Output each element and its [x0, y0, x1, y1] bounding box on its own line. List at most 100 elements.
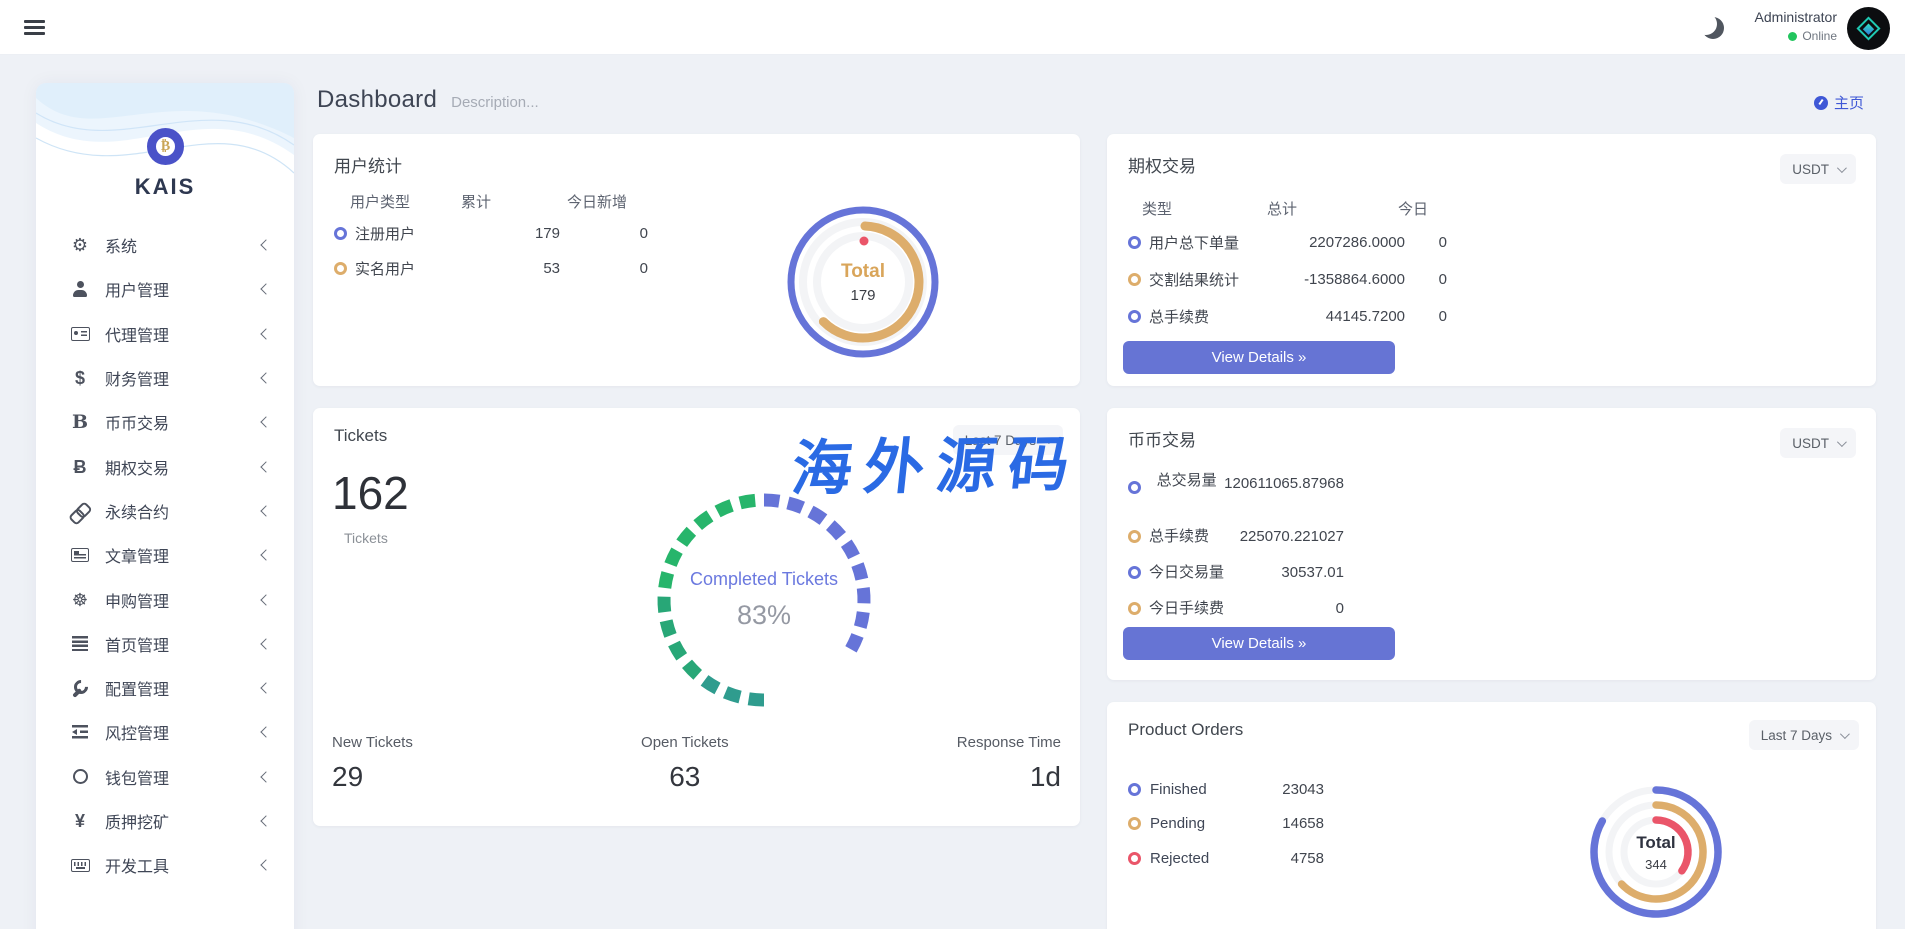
chevron-left-icon [260, 284, 271, 295]
chevron-left-icon [260, 771, 271, 782]
list-item: 总手续费 225070.221027 [1128, 518, 1344, 554]
sidebar-item-users[interactable]: 用户管理 [36, 267, 294, 311]
series-dot-icon [1128, 481, 1141, 494]
series-dot-icon [1128, 852, 1141, 865]
currency-select[interactable]: USDT [1780, 428, 1856, 458]
product-orders-donut-chart: Total 344 [1571, 767, 1741, 929]
breadcrumb-home-link[interactable]: 主页 [1814, 92, 1864, 113]
chevron-left-icon [260, 815, 271, 826]
view-details-button[interactable]: View Details » [1123, 627, 1395, 660]
chevron-left-icon [260, 461, 271, 472]
series-dot-icon [1128, 566, 1141, 579]
chevron-left-icon [260, 505, 271, 516]
sidebar-item-config[interactable]: 配置管理 [36, 666, 294, 710]
avatar[interactable] [1847, 7, 1890, 50]
tickets-count-label: Tickets [344, 530, 388, 546]
series-dot-icon [334, 227, 347, 240]
sidebar: ₿ KAIS ⚙系统 用户管理 代理管理 $财务管理 B币币交易 Ƀ期权交易 永… [36, 83, 294, 929]
spot-stats-list: 总交易量 120611065.87968 总手续费 225070.221027 … [1128, 468, 1344, 626]
stat-open-tickets: Open Tickets 63 [641, 734, 729, 793]
admin-name: Administrator [1755, 9, 1837, 25]
b-coin-icon: B [67, 413, 93, 432]
sidebar-item-staking[interactable]: ¥质押挖矿 [36, 799, 294, 843]
series-dot-icon [1128, 602, 1141, 615]
life-ring-icon: ☸ [67, 591, 93, 609]
user-icon [67, 281, 93, 297]
sidebar-item-wallet[interactable]: 钱包管理 [36, 755, 294, 799]
series-dot-icon [1128, 310, 1141, 323]
table-header: 用户类型 累计 今日新增 [334, 186, 648, 216]
online-label: Online [1802, 29, 1837, 43]
chevron-left-icon [260, 638, 271, 649]
page-title: Dashboard [317, 86, 437, 114]
list-item: 今日交易量 30537.01 [1128, 554, 1344, 590]
sidebar-item-spot-trading[interactable]: B币币交易 [36, 400, 294, 444]
page-subtitle: Description... [451, 94, 539, 111]
user-info[interactable]: Administrator Online [1755, 9, 1837, 43]
sidebar-item-finance[interactable]: $财务管理 [36, 356, 294, 400]
dark-mode-moon-icon[interactable] [1702, 17, 1724, 39]
chevron-down-icon [1837, 437, 1847, 447]
keyboard-icon [67, 859, 93, 872]
brand-name: KAIS [36, 174, 294, 200]
tachometer-icon [1814, 96, 1828, 110]
home-link-label: 主页 [1834, 92, 1864, 113]
sidebar-item-devtools[interactable]: 开发工具 [36, 843, 294, 887]
sidebar-item-system[interactable]: ⚙系统 [36, 223, 294, 267]
sidebar-item-options-trading[interactable]: Ƀ期权交易 [36, 444, 294, 488]
period-select[interactable]: Last 7 Days [953, 425, 1063, 455]
stat-new-tickets: New Tickets 29 [332, 734, 413, 793]
product-orders-list: Finished 23043 Pending 14658 Rejected 47… [1128, 772, 1324, 876]
sidebar-item-agents[interactable]: 代理管理 [36, 312, 294, 356]
table-row: 用户总下单量 2207286.0000 0 [1128, 224, 1447, 261]
period-select[interactable]: Last 7 Days [1749, 720, 1859, 750]
card-title: 期权交易 [1128, 152, 1196, 177]
chevron-left-icon [260, 550, 271, 561]
bars-icon [67, 636, 93, 651]
series-dot-icon [1128, 817, 1141, 830]
sidebar-item-perpetual[interactable]: 永续合约 [36, 489, 294, 533]
chevron-left-icon [260, 417, 271, 428]
sidebar-item-risk[interactable]: 风控管理 [36, 710, 294, 754]
id-card-icon [67, 327, 93, 341]
yen-icon: ¥ [67, 812, 93, 830]
series-dot-icon [1128, 530, 1141, 543]
sidebar-item-subscription[interactable]: ☸申购管理 [36, 577, 294, 621]
wrench-icon [67, 680, 93, 696]
card-title: 用户统计 [334, 152, 402, 177]
currency-select[interactable]: USDT [1780, 154, 1856, 184]
tickets-stats-row: New Tickets 29 Open Tickets 63 Response … [332, 734, 1061, 793]
chevron-left-icon [260, 239, 271, 250]
chain-link-icon [67, 503, 93, 519]
table-header: 类型 总计 今日 [1128, 192, 1447, 224]
hamburger-menu-icon[interactable] [24, 20, 45, 35]
table-row: 总手续费 44145.7200 0 [1128, 298, 1447, 335]
newspaper-icon [67, 548, 93, 562]
top-bar: Administrator Online [0, 0, 1905, 55]
card-title: Tickets [334, 426, 387, 446]
tickets-card: Tickets Last 7 Days 162 Tickets Complete… [313, 408, 1080, 826]
user-stats-card: 用户统计 用户类型 累计 今日新增 注册用户 179 0 实名用户 53 0 [313, 134, 1080, 386]
sidebar-menu: ⚙系统 用户管理 代理管理 $财务管理 B币币交易 Ƀ期权交易 永续合约 文章管… [36, 223, 294, 887]
online-status: Online [1755, 29, 1837, 43]
series-dot-icon [1128, 236, 1141, 249]
online-dot-icon [1788, 32, 1797, 41]
chevron-left-icon [260, 727, 271, 738]
stat-response-time: Response Time 1d [957, 734, 1061, 793]
table-row: 注册用户 179 0 [334, 216, 648, 251]
list-item: Finished 23043 [1128, 772, 1324, 807]
gear-icon: ⚙ [67, 236, 93, 254]
bitcoin-icon: Ƀ [67, 458, 93, 476]
view-details-button[interactable]: View Details » [1123, 341, 1395, 374]
completed-tickets-radial-chart [644, 480, 884, 720]
chevron-left-icon [260, 860, 271, 871]
sidebar-item-homepage[interactable]: 首页管理 [36, 622, 294, 666]
list-item: Pending 14658 [1128, 807, 1324, 842]
page-header: Dashboard Description... [317, 86, 539, 114]
series-dot-icon [1128, 273, 1141, 286]
sidebar-item-articles[interactable]: 文章管理 [36, 533, 294, 577]
options-trading-card: 期权交易 USDT 类型 总计 今日 用户总下单量 2207286.0000 0… [1107, 134, 1876, 386]
brand-avatar-icon [1856, 16, 1880, 40]
chevron-left-icon [260, 328, 271, 339]
table-row: 实名用户 53 0 [334, 251, 648, 286]
